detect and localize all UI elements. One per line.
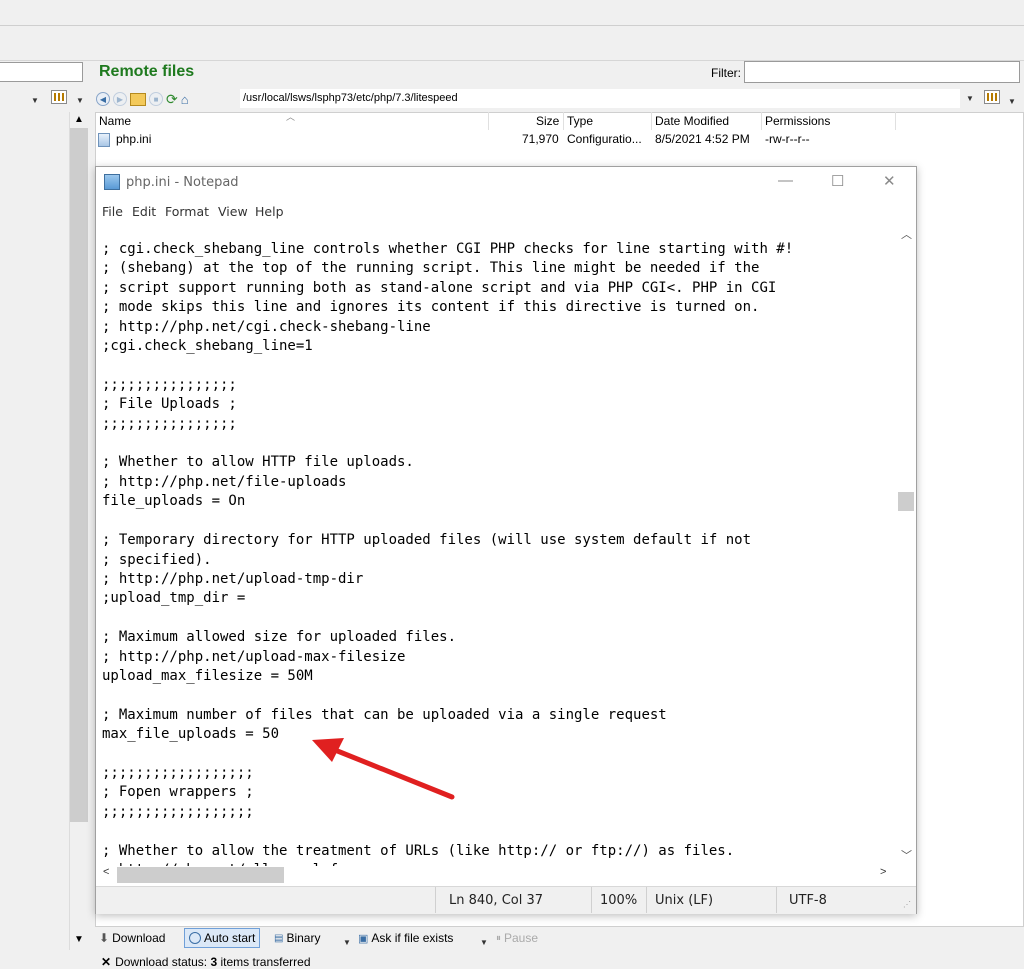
stop-icon[interactable]: ■ [149,92,163,106]
forward-icon[interactable]: ▶ [113,92,127,106]
column-header-type[interactable]: Type [567,114,593,128]
download-status-suffix: items transferred [217,955,311,969]
remote-files-title: Remote files [99,63,195,80]
auto-start-button[interactable]: Auto start [184,928,261,948]
pause-icon: ⏸ [496,932,501,944]
back-icon[interactable]: ◀ [96,92,110,106]
home-icon[interactable]: ⌂ [181,92,189,107]
view-grid-icon [51,90,67,104]
table-row[interactable] [96,130,526,148]
menu-edit[interactable]: Edit [132,204,156,219]
top-toolbar-area [0,26,1024,61]
file-name[interactable]: php.ini [116,132,151,146]
menu-format[interactable]: Format [165,204,209,219]
local-view-button[interactable] [51,90,67,107]
pause-button[interactable]: ⏸ Pause [496,931,538,945]
scroll-down-icon[interactable]: ﹀ [901,847,912,863]
folder-new-icon[interactable] [130,92,146,106]
menu-view[interactable]: View [218,204,248,219]
download-button[interactable]: ⬇ Download [99,931,165,945]
file-date-modified: 8/5/2021 4:52 PM [655,132,750,146]
line-ending: Unix (LF) [655,893,714,908]
config-file-icon [98,133,110,147]
auto-start-icon [189,932,201,944]
download-status: ✕ Download status: 3 items transferred [101,955,311,969]
binary-button[interactable]: ▤ Binary [274,931,320,945]
remote-view-button[interactable]: ▼ [984,90,1016,107]
pause-label: Pause [504,931,539,945]
menu-file[interactable]: File [102,204,123,219]
view-grid-icon [984,90,1000,104]
notepad-horizontal-scroll-thumb[interactable] [117,867,284,883]
sort-ascending-icon: ︿ [286,112,296,122]
binary-dropdown-arrow[interactable]: ▼ [343,934,351,948]
resize-grip-icon[interactable]: ⋰ [903,900,911,909]
notepad-vertical-scrollbar[interactable] [897,226,915,866]
ask-if-file-exists-button[interactable]: ▣ Ask if file exists [358,931,453,945]
binary-label: Binary [286,931,321,945]
ask-if-file-exists-label: Ask if file exists [371,931,454,945]
column-header-permissions[interactable]: Permissions [765,114,830,128]
download-label: Download [112,931,166,945]
remote-path-dropdown-arrow[interactable]: ▼ [966,90,974,104]
notepad-icon [104,174,120,190]
local-file-list[interactable] [0,112,70,950]
scroll-right-icon[interactable]: > [880,866,886,878]
ask-dropdown-arrow[interactable]: ▼ [480,934,488,948]
auto-start-label: Auto start [204,931,256,945]
annotation-arrow [312,738,455,800]
filter-input[interactable] [744,61,1020,83]
refresh-icon[interactable]: ⟳ [166,91,178,108]
scroll-left-icon[interactable]: < [103,866,109,878]
file-size: 71,970 [522,132,559,146]
close-status-icon[interactable]: ✕ [101,955,111,969]
notepad-title: php.ini - Notepad [126,175,239,190]
column-header-name[interactable]: Name [99,114,131,128]
scroll-up-icon[interactable]: ︿ [901,226,912,242]
zoom-level: 100% [600,893,638,908]
close-icon[interactable]: ✕ [883,172,896,190]
encoding: UTF-8 [789,893,827,908]
scroll-down-icon[interactable]: ▼ [74,934,84,945]
local-dropdown-arrow[interactable]: ▼ [31,92,39,106]
notepad-vertical-scroll-thumb[interactable] [898,492,914,511]
remote-path-input[interactable]: /usr/local/lsws/lsphp73/etc/php/7.3/lite… [240,89,960,108]
local-view-dropdown-arrow[interactable]: ▼ [76,92,84,106]
file-permissions: -rw-r--r-- [765,132,810,146]
filter-label: Filter: [711,66,741,80]
download-arrow-icon: ⬇ [99,931,110,945]
local-filter-input[interactable] [0,62,83,82]
column-header-size[interactable]: Size [536,114,559,128]
column-header-date-modified[interactable]: Date Modified [655,114,729,128]
maximize-icon[interactable]: ☐ [831,172,844,190]
menu-help[interactable]: Help [255,204,284,219]
local-scroll-thumb[interactable] [70,128,88,822]
ask-file-icon: ▣ [358,932,369,945]
notepad-text-area[interactable]: ; cgi.check_shebang_line controls whethe… [102,240,896,866]
download-status-prefix: Download status: [115,955,211,969]
top-strip [0,0,1024,26]
minimize-icon[interactable]: — [778,172,793,189]
file-type: Configuratio... [567,132,642,146]
binary-icon: ▤ [274,932,284,944]
cursor-position: Ln 840, Col 37 [449,893,544,908]
scroll-up-icon[interactable]: ▲ [74,114,84,125]
